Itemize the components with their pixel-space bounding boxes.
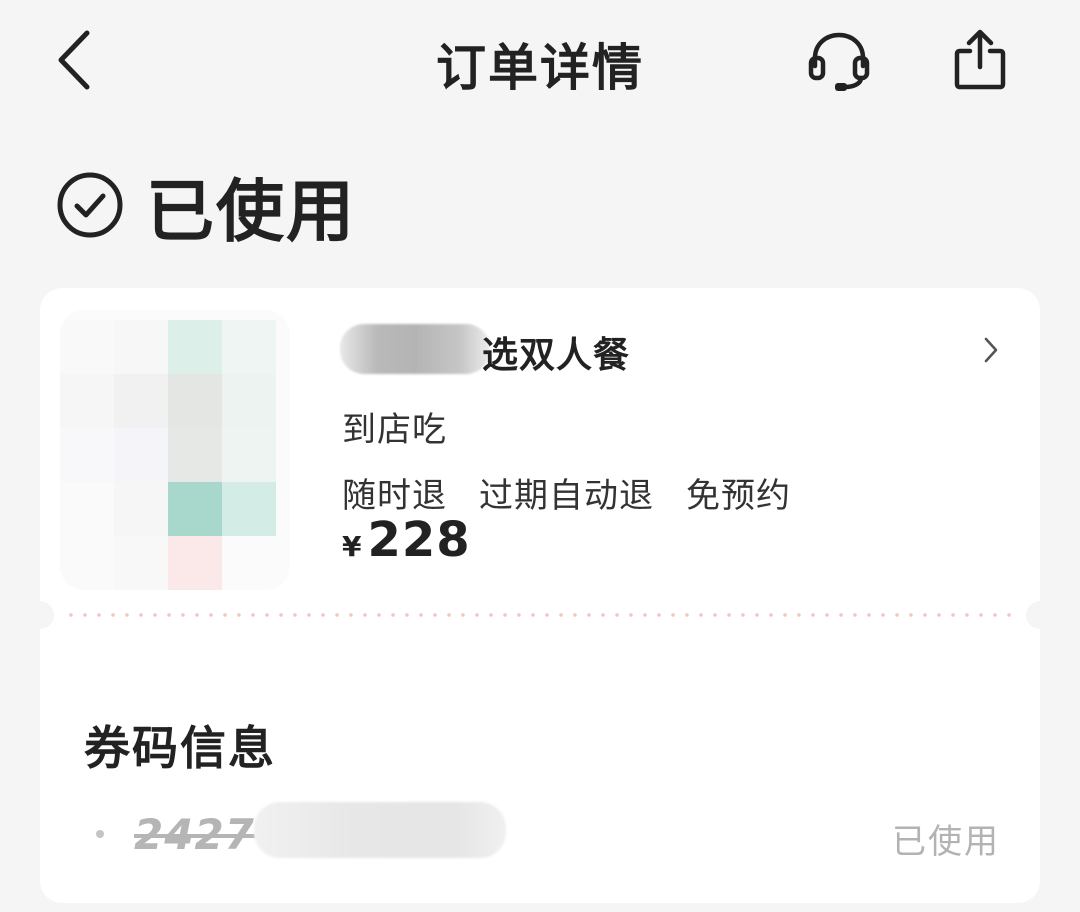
price-amount: 228 xyxy=(367,512,471,568)
coupon-code: 2427 xyxy=(134,810,255,859)
customer-service-button[interactable] xyxy=(802,26,876,96)
product-name: 选双人餐 xyxy=(482,335,631,376)
share-icon xyxy=(954,29,1006,90)
coupon-status: 已使用 xyxy=(892,822,1000,862)
policy-tags: 随时退 过期自动退 免预约 xyxy=(342,468,791,517)
chevron-left-icon xyxy=(58,30,90,90)
currency-symbol: ¥ xyxy=(342,530,362,563)
chevron-right-icon xyxy=(976,330,1006,370)
redacted-text xyxy=(254,802,506,858)
ticket-notch-left xyxy=(26,601,54,629)
product-link[interactable]: 选双人餐 xyxy=(340,320,1010,380)
check-circle-icon xyxy=(52,167,128,243)
ticket-notch-right xyxy=(1026,601,1054,629)
order-status: 已使用 xyxy=(52,160,356,252)
product-image[interactable] xyxy=(60,310,290,590)
dotted-divider xyxy=(64,613,1014,617)
headset-icon xyxy=(808,32,870,91)
redacted-text xyxy=(340,324,490,374)
coupon-item: 2427 已使用 xyxy=(94,802,1004,866)
page-title: 订单详情 xyxy=(436,39,644,97)
back-button[interactable] xyxy=(44,22,104,98)
section-title: 券码信息 xyxy=(84,721,276,775)
bullet-dot xyxy=(96,830,104,838)
share-button[interactable] xyxy=(944,22,1016,96)
tag-no-reservation: 免预约 xyxy=(686,476,791,516)
status-text: 已使用 xyxy=(146,172,357,252)
price: ¥ 228 xyxy=(342,512,471,568)
tag-auto-refund: 过期自动退 xyxy=(479,476,654,516)
header: 订单详情 xyxy=(0,0,1080,120)
dine-mode: 到店吃 xyxy=(342,410,447,450)
tag-refund-anytime: 随时退 xyxy=(342,476,447,516)
